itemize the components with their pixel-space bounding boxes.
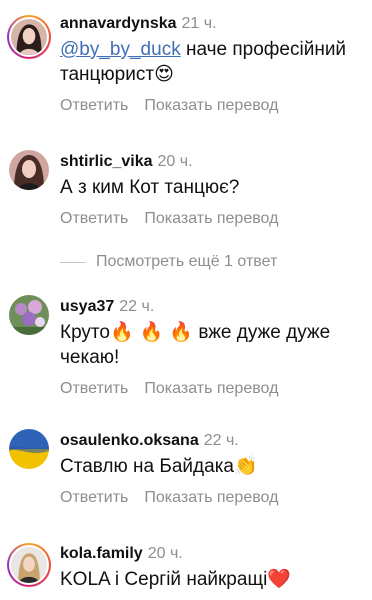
translate-button[interactable]: Показать перевод [144,380,278,397]
reply-button[interactable]: Ответить [60,210,128,227]
avatar[interactable] [9,295,49,335]
timestamp: 22 ч. [119,298,155,315]
reply-button[interactable]: Ответить [60,97,128,114]
comment-body: KOLA і Сергій найкращі [60,569,268,590]
view-more-replies-button[interactable]: Посмотреть ещё 1 ответ [60,252,277,272]
clapping-hands-emoji-icon: 👏 [234,455,258,477]
comment-text: KOLA і Сергій найкращі❤️ [60,567,364,592]
timestamp: 20 ч. [157,153,193,170]
comment-text: @by_by_duck наче професійний танцюрист😍 [60,37,364,87]
fire-emoji-icon: 🔥 🔥 🔥 [109,321,194,343]
avatar[interactable] [9,150,49,190]
translate-button[interactable]: Показать перевод [144,97,278,114]
user-photo-icon [11,547,47,583]
avatar[interactable] [9,429,49,469]
timestamp: 21 ч. [181,15,217,32]
username[interactable]: osaulenko.oksana [60,432,199,449]
username[interactable]: annavardynska [60,15,177,32]
translate-button[interactable]: Показать перевод [144,210,278,227]
heart-eyes-emoji-icon: 😍 [154,63,174,85]
username[interactable]: usya37 [60,298,114,315]
user-photo-icon [9,150,49,190]
translate-button[interactable]: Показать перевод [144,489,278,506]
avatar[interactable] [7,15,51,59]
username[interactable]: kola.family [60,545,143,562]
comment-body: Ставлю на Байдака [60,456,234,477]
username[interactable]: shtirlic_vika [60,153,153,170]
timestamp: 22 ч. [203,432,239,449]
comment-text: Круто🔥 🔥 🔥 вже дуже дуже чекаю! [60,320,364,370]
avatar[interactable] [7,543,51,587]
timestamp: 20 ч. [147,545,183,562]
reply-button[interactable]: Ответить [60,380,128,397]
comment-text: Ставлю на Байдака👏 [60,454,364,479]
red-heart-emoji-icon: ❤️ [267,568,291,590]
ukraine-flag-icon [9,429,49,469]
comment-text: А з ким Кот танцює? [60,177,240,198]
mention-link[interactable]: @by_by_duck [60,39,181,60]
divider-line [60,261,86,263]
flowers-photo-icon [9,295,49,335]
reply-button[interactable]: Ответить [60,489,128,506]
view-more-replies-label: Посмотреть ещё 1 ответ [96,253,278,270]
user-photo-icon [11,19,47,55]
comment-body: Круто [60,322,110,343]
